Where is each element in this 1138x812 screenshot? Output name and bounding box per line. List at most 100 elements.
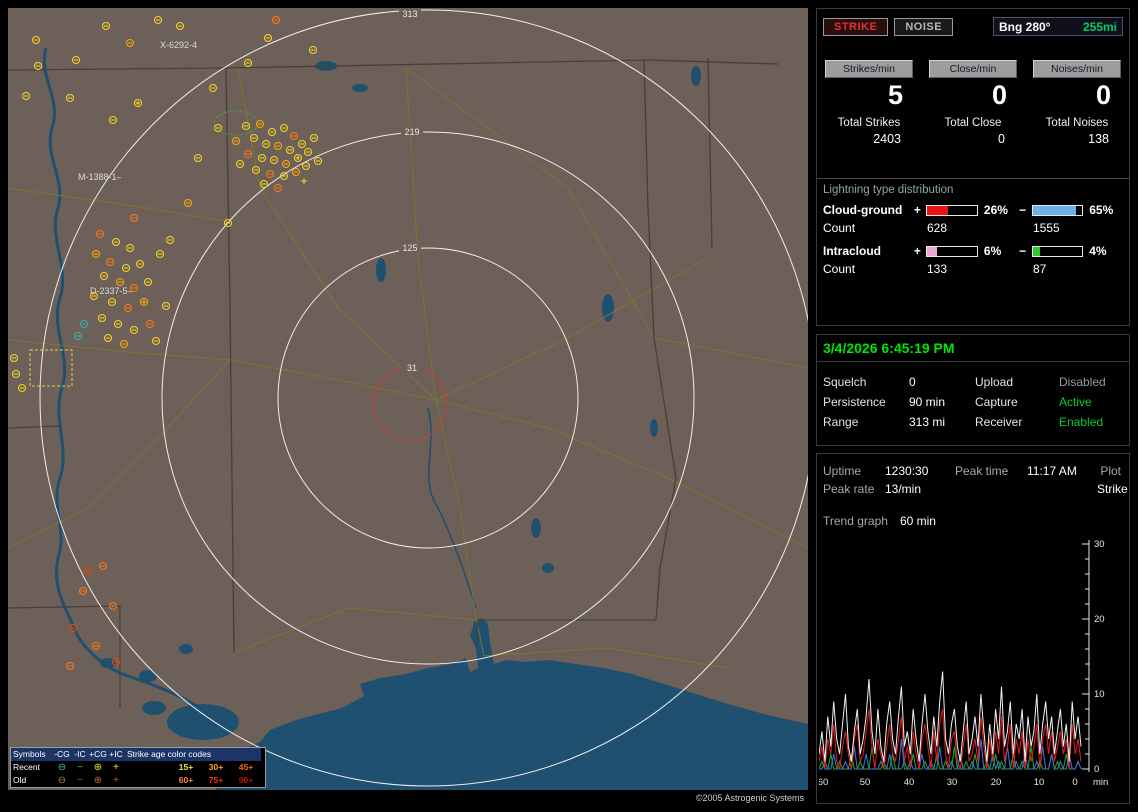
strike-symbol <box>133 98 143 108</box>
intracloud-row: Intracloud + 6% − 4% <box>817 241 1129 259</box>
capture-status: Active <box>1059 395 1092 409</box>
strike-symbol <box>263 33 273 43</box>
persistence-value: 90 min <box>909 395 946 409</box>
uptime-value: 1230:30 <box>885 464 929 478</box>
ic-negative-pct: 4% <box>1089 244 1107 258</box>
strike-symbol <box>11 369 21 379</box>
minus-sign: − <box>1019 203 1027 217</box>
strike-symbol <box>267 127 277 137</box>
cg-positive-pct: 26% <box>983 203 1008 217</box>
strike-symbol <box>235 159 245 169</box>
strike-symbol <box>125 243 135 253</box>
legend-symbol-glyph: ⊖ <box>57 762 67 773</box>
strike-symbol <box>257 153 267 163</box>
noises-per-min-button[interactable]: Noises/min <box>1033 60 1121 78</box>
strikes-per-min-button[interactable]: Strikes/min <box>825 60 913 78</box>
strike-symbol <box>155 249 165 259</box>
strike-symbol <box>301 161 311 171</box>
status-panel: 3/4/2026 6:45:19 PM Squelch 0 Upload Dis… <box>816 334 1130 446</box>
x-axis-tick-label: 60 <box>819 777 828 788</box>
rate-value-row: 5 0 0 <box>817 80 1129 111</box>
cloud-ground-count-row: Count 628 1555 <box>817 218 1129 241</box>
close-per-min-button[interactable]: Close/min <box>929 60 1017 78</box>
settings-rows: Squelch 0 Upload Disabled Persistence 90… <box>817 362 1129 432</box>
strike-symbol <box>208 83 218 93</box>
plot-value: Strike <box>1097 482 1128 496</box>
strike-symbol <box>273 141 283 151</box>
total-noises-value: 138 <box>1088 132 1109 146</box>
plot-label: Plot <box>1100 464 1121 478</box>
strike-symbol <box>65 93 75 103</box>
strike-symbol <box>78 586 88 596</box>
squelch-label: Squelch <box>823 375 867 389</box>
strike-symbol <box>293 153 303 163</box>
strike-symbol <box>83 566 93 576</box>
strike-symbol <box>151 336 161 346</box>
strike-symbol <box>33 61 43 71</box>
strike-symbol <box>107 297 117 307</box>
legend-symbols-header: Symbols <box>11 748 53 761</box>
strike-symbol <box>17 383 27 393</box>
cg-positive-count: 628 <box>927 221 948 235</box>
strike-symbol <box>129 325 139 335</box>
strike-symbol <box>279 123 289 133</box>
rate-header-row: Strikes/min Close/min Noises/min <box>817 60 1129 78</box>
strike-symbol <box>111 237 121 247</box>
strike-symbol <box>243 149 253 159</box>
count-label: Count <box>823 262 856 276</box>
strike-symbol <box>165 235 175 245</box>
cloud-ground-label: Cloud-ground <box>823 203 903 217</box>
minus-sign: − <box>1019 244 1027 258</box>
strike-symbol <box>249 133 259 143</box>
lightning-map[interactable]: 313 219 125 31 X-6292-4 M-1388-1– D-2337-5– <box>8 8 808 790</box>
strike-symbol <box>289 131 299 141</box>
legend-symbol-glyph: + <box>113 775 119 786</box>
legend-row-label: Recent <box>13 762 40 772</box>
strike-symbol <box>95 229 105 239</box>
session-stats-row: Uptime 1230:30 Peak time 11:17 AM Plot <box>823 462 1123 480</box>
total-strikes-value: 2403 <box>873 132 901 146</box>
strike-toggle-button[interactable]: STRIKE <box>823 17 889 36</box>
trend-window-value: 60 min <box>899 514 936 528</box>
strike-symbol <box>291 167 301 177</box>
y-axis-tick-label: 20 <box>1094 614 1105 625</box>
strike-symbol <box>91 641 101 651</box>
capture-label: Capture <box>975 395 1018 409</box>
intracloud-count-row: Count 133 87 <box>817 259 1129 282</box>
total-noises-label: Total Noises <box>1045 117 1109 129</box>
x-axis-tick-label: 0 <box>1072 777 1077 788</box>
strike-symbol <box>129 213 139 223</box>
strike-symbol <box>243 58 253 68</box>
cg-positive-bar <box>926 204 978 216</box>
peak-time-label: Peak time <box>955 464 1009 478</box>
peak-rate-value: 13/min <box>885 482 922 496</box>
legend-age-value: 60+ <box>178 775 194 785</box>
strike-symbol <box>301 178 307 184</box>
strike-symbol <box>273 183 283 193</box>
close-per-min-value: 0 <box>991 80 1007 110</box>
strike-symbol <box>135 259 145 269</box>
range-label: Range <box>823 415 859 429</box>
legend-symbol-glyph: − <box>77 775 83 786</box>
cg-negative-pct: 65% <box>1089 203 1114 217</box>
strike-symbol <box>265 169 275 179</box>
strike-symbol <box>143 277 153 287</box>
x-axis-tick-label: 30 <box>947 777 958 788</box>
receiver-status: Enabled <box>1059 415 1104 429</box>
strike-symbol <box>31 35 41 45</box>
noise-toggle-button[interactable]: NOISE <box>894 17 954 36</box>
legend-symbol-column-header: +IC <box>107 748 125 761</box>
ic-negative-count: 87 <box>1033 262 1047 276</box>
strike-symbol <box>231 136 241 146</box>
strike-symbol <box>271 15 281 25</box>
x-axis-tick-label: min <box>1093 777 1108 788</box>
ring-distance-label: 219 <box>404 127 419 137</box>
legend-symbol-glyph: ⊕ <box>93 775 103 786</box>
totals-value-row: 2403 0 138 <box>817 132 1129 146</box>
legend-age-value: 45+ <box>238 762 254 772</box>
plus-sign: + <box>913 244 921 258</box>
strike-symbol <box>125 38 135 48</box>
strike-symbol <box>91 249 101 259</box>
total-close-value: 0 <box>998 132 1005 146</box>
strike-symbol <box>308 45 318 55</box>
